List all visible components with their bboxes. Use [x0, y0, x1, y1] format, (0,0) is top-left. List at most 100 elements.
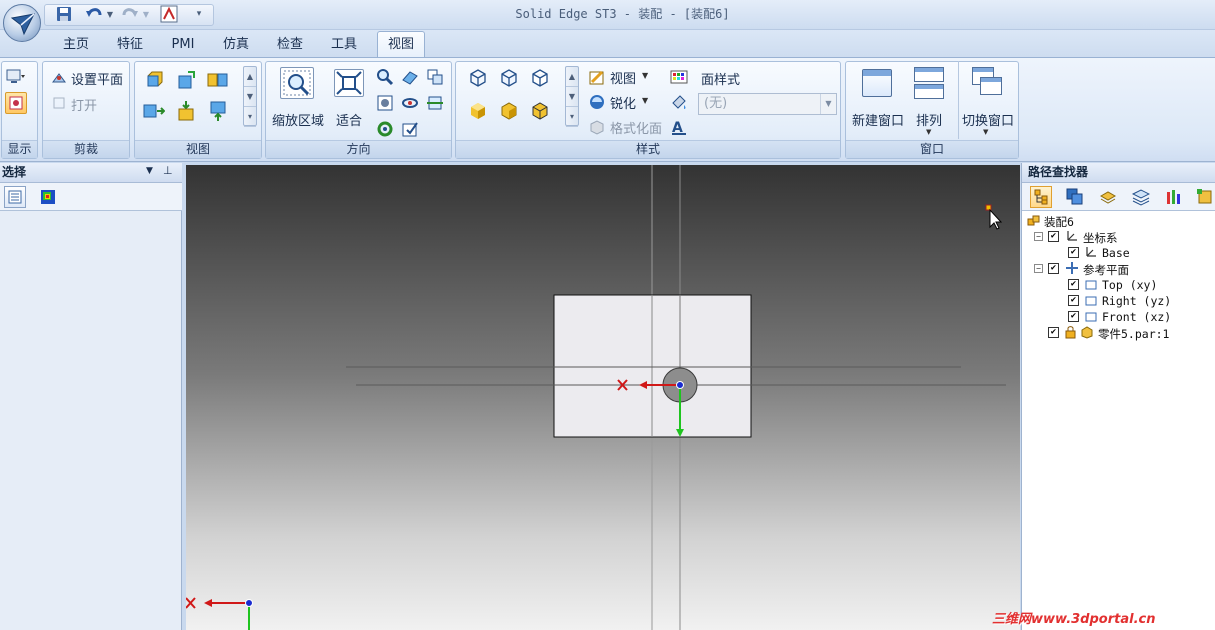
coord-system-checkbox[interactable]: ✔: [1048, 231, 1059, 242]
open-clip-icon: [48, 92, 70, 114]
face-style-combo[interactable]: (无) ▼: [698, 93, 837, 115]
undo-icon[interactable]: [83, 3, 105, 25]
hidden-edges-icon[interactable]: [529, 67, 551, 89]
triad-x-arrowhead: [204, 599, 212, 607]
group-label-views: 视图: [135, 140, 261, 158]
sketch-view-icon[interactable]: [374, 118, 396, 140]
new-window-button[interactable]: 新建窗口: [848, 110, 908, 129]
tree-ref-planes[interactable]: 参考平面: [1083, 262, 1129, 278]
pin-icon[interactable]: ⊥: [163, 164, 173, 177]
component-wizard-icon[interactable]: [158, 3, 180, 25]
color-manager-icon[interactable]: [668, 66, 690, 88]
tree-coord-system[interactable]: 坐标系: [1083, 230, 1118, 246]
arrange-dropdown-icon[interactable]: ▼: [926, 128, 931, 136]
view-back-icon[interactable]: [207, 100, 229, 122]
text-style-icon[interactable]: A: [668, 116, 690, 138]
render-gallery-scroll[interactable]: ▲ ▼ ▾: [565, 66, 579, 127]
display-pathfinder-icon[interactable]: [5, 92, 27, 114]
tab-simulation[interactable]: 仿真: [212, 32, 260, 58]
tab-inspect[interactable]: 检查: [266, 32, 314, 58]
triad-origin: [245, 599, 253, 607]
tab-features[interactable]: 特征: [106, 32, 154, 58]
render-filter-icon[interactable]: [37, 186, 59, 208]
sharpen-dropdown-icon[interactable]: ▼: [642, 96, 648, 105]
sensor-icon[interactable]: [1163, 186, 1185, 208]
tab-view[interactable]: 视图: [377, 31, 425, 57]
expand-coord-system-icon[interactable]: −: [1034, 232, 1043, 241]
save-icon[interactable]: [53, 3, 75, 25]
fit-button[interactable]: 适合: [334, 110, 364, 129]
layers-icon[interactable]: [1064, 186, 1086, 208]
selection-pane-title: 选择: [0, 163, 182, 183]
pathfinder-tree: 装配6 − ✔ 坐标系 ✔ Base − ✔ 参考平面 ✔ Top (xy) ✔…: [1022, 211, 1215, 391]
views-gallery-scroll[interactable]: ▲ ▼ ▾: [243, 66, 257, 127]
look-at-face-icon[interactable]: [374, 92, 396, 114]
view-style-dropdown-icon[interactable]: ▼: [642, 71, 648, 80]
view-front-icon[interactable]: [143, 69, 165, 91]
switch-window-dropdown-icon[interactable]: ▼: [983, 128, 988, 136]
families-icon[interactable]: [1194, 186, 1215, 208]
format-view-button[interactable]: 格式化面: [610, 118, 662, 137]
plane-icon: [1084, 294, 1098, 307]
format-view-icon: [586, 116, 608, 138]
shaded-hidden-edges-icon[interactable]: [529, 100, 551, 122]
zoom-icon[interactable]: [374, 66, 396, 88]
layers-stack-icon[interactable]: [1130, 186, 1152, 208]
customize-qat-icon[interactable]: ▾: [192, 3, 206, 25]
plane-icon: [1084, 278, 1098, 291]
top-plane-checkbox[interactable]: ✔: [1068, 279, 1079, 290]
tab-home[interactable]: 主页: [52, 32, 100, 58]
arrange-icon: [914, 67, 944, 99]
display-monitor-icon[interactable]: [5, 66, 27, 88]
right-plane-checkbox[interactable]: ✔: [1068, 295, 1079, 306]
parts-library-icon[interactable]: [1097, 186, 1119, 208]
view-right-icon[interactable]: [207, 69, 229, 91]
ref-planes-checkbox[interactable]: ✔: [1048, 263, 1059, 274]
expand-ref-planes-icon[interactable]: −: [1034, 264, 1043, 273]
undo-dropdown-icon[interactable]: ▼: [104, 3, 116, 25]
application-button[interactable]: [3, 4, 41, 42]
view-left-icon[interactable]: [143, 100, 165, 122]
named-views-icon[interactable]: [399, 118, 421, 140]
tree-right-plane[interactable]: Right (yz): [1102, 294, 1171, 308]
shaded-visible-edges-icon[interactable]: [498, 100, 520, 122]
group-orient: 缩放区域 适合 方向: [265, 61, 452, 159]
set-plane-icon: [48, 67, 70, 89]
view-top-icon[interactable]: [175, 69, 197, 91]
arrange-button[interactable]: 排列: [914, 110, 944, 129]
base-coordinate-icon: [1084, 245, 1098, 259]
previous-view-icon[interactable]: [424, 66, 446, 88]
zoom-area-button[interactable]: 缩放区域: [268, 110, 328, 129]
rotate-icon[interactable]: [399, 92, 421, 114]
set-plane-button[interactable]: 设置平面: [71, 69, 123, 88]
pan-icon[interactable]: [399, 66, 421, 88]
pane-menu-icon[interactable]: ▼: [146, 166, 153, 176]
view-style-button[interactable]: 视图: [610, 68, 636, 87]
group-display: 显示: [1, 61, 38, 159]
part-checkbox[interactable]: ✔: [1048, 327, 1059, 338]
switch-window-button[interactable]: 切换窗口: [958, 110, 1018, 129]
assembly-tree-icon[interactable]: [1030, 186, 1052, 208]
sharpen-button[interactable]: 锐化: [610, 93, 636, 112]
graphics-window[interactable]: [186, 165, 1020, 630]
list-view-icon[interactable]: [4, 186, 26, 208]
redo-dropdown-icon: ▼: [142, 9, 150, 19]
sharpen-icon: [586, 91, 608, 113]
tree-part[interactable]: 零件5.par:1: [1098, 326, 1169, 342]
paint-bucket-icon[interactable]: [668, 91, 690, 113]
tree-root-assembly[interactable]: 装配6: [1044, 214, 1074, 230]
tree-base[interactable]: Base: [1102, 246, 1130, 260]
tab-tools[interactable]: 工具: [320, 32, 368, 58]
tree-top-plane[interactable]: Top (xy): [1102, 278, 1157, 292]
tree-front-plane[interactable]: Front (xz): [1102, 310, 1171, 324]
tab-pmi[interactable]: PMI: [160, 32, 206, 58]
front-plane-checkbox[interactable]: ✔: [1068, 311, 1079, 322]
wireframe-icon[interactable]: [467, 67, 489, 89]
base-checkbox[interactable]: ✔: [1068, 247, 1079, 258]
shaded-icon[interactable]: [467, 100, 489, 122]
group-label-display: 显示: [2, 140, 37, 158]
view-bottom-icon[interactable]: [175, 100, 197, 122]
visible-edges-icon[interactable]: [498, 67, 520, 89]
spin-about-icon[interactable]: [424, 92, 446, 114]
open-clip-button[interactable]: 打开: [71, 95, 97, 114]
